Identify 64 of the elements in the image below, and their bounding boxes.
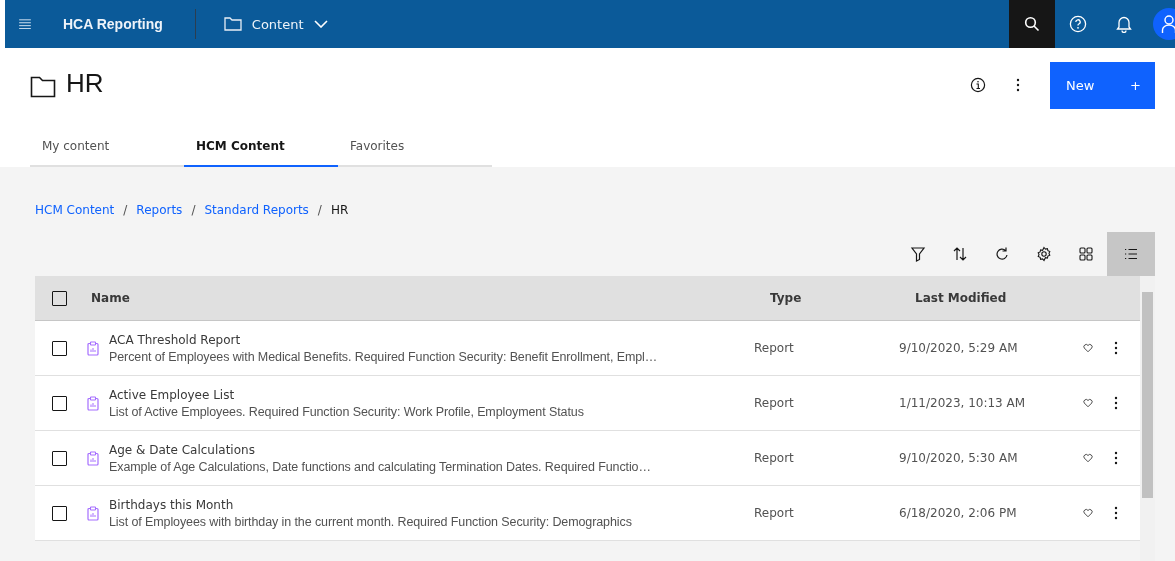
folder-icon bbox=[223, 17, 242, 31]
grid-icon bbox=[1078, 246, 1094, 262]
table-cell-text: 9/10/2020, 5:30 AM bbox=[899, 451, 1019, 465]
table-cell-text: 1/11/2023, 10:13 AM bbox=[899, 396, 1027, 410]
row-checkbox[interactable] bbox=[52, 395, 67, 411]
info-icon bbox=[970, 77, 986, 93]
settings-icon bbox=[1036, 246, 1052, 262]
clipboard-icon bbox=[87, 395, 99, 411]
breadcrumb-link[interactable]: HCM Content bbox=[35, 203, 115, 217]
refresh-icon bbox=[994, 246, 1010, 262]
report-name[interactable]: Active Employee List bbox=[109, 387, 754, 402]
row-checkbox[interactable] bbox=[52, 505, 67, 521]
overflow-menu-icon bbox=[1016, 78, 1020, 92]
report-description: Percent of Employees with Medical Benefits. Required Function Security: Benefit Enrollment, Empl… bbox=[109, 349, 659, 364]
overflow-menu-icon bbox=[1114, 451, 1118, 465]
table-cell-text: 9/10/2020, 5:29 AM bbox=[899, 341, 1019, 355]
report-name[interactable]: Birthdays this Month bbox=[109, 497, 754, 512]
table-cell-text: 6/18/2020, 2:06 PM bbox=[899, 506, 1018, 520]
breadcrumb-link[interactable]: Standard Reports bbox=[204, 203, 309, 217]
breadcrumb-separator: / bbox=[123, 203, 128, 217]
menu-icon[interactable] bbox=[19, 19, 31, 29]
folder-icon bbox=[30, 76, 56, 98]
column-header[interactable]: Last Modified bbox=[915, 291, 1083, 305]
breadcrumb-separator: / bbox=[191, 203, 196, 217]
overflow-menu-icon bbox=[1114, 396, 1118, 410]
row-checkbox[interactable] bbox=[52, 450, 67, 466]
clipboard-icon bbox=[87, 340, 99, 356]
search-icon bbox=[1024, 16, 1040, 32]
clipboard-icon bbox=[87, 505, 99, 521]
list-icon bbox=[1123, 246, 1139, 262]
breadcrumb-link[interactable]: Reports bbox=[136, 203, 183, 217]
chevron-down-icon bbox=[313, 20, 328, 28]
heart-icon bbox=[1083, 506, 1093, 520]
column-header[interactable]: Name bbox=[91, 291, 770, 305]
report-description: Example of Age Calculations, Date functions and calculating Termination Dates. Required Functio… bbox=[109, 459, 652, 474]
help-icon bbox=[1069, 15, 1087, 33]
clipboard-icon bbox=[87, 450, 99, 466]
user-icon bbox=[1161, 14, 1175, 34]
filter-icon bbox=[910, 246, 926, 262]
new-button[interactable]: New + bbox=[1050, 61, 1155, 109]
table-cell-text: Report bbox=[754, 341, 795, 355]
report-description: List of Active Employees. Required Function Security: Work Profile, Employment Status bbox=[109, 404, 585, 419]
search-button[interactable] bbox=[1009, 0, 1055, 48]
report-name[interactable]: Age & Date Calculations bbox=[109, 442, 754, 457]
table-cell-text: Report bbox=[754, 451, 795, 465]
heart-icon bbox=[1083, 341, 1093, 355]
bell-icon bbox=[1116, 15, 1132, 33]
report-name[interactable]: ACA Threshold Report bbox=[109, 332, 754, 347]
overflow-menu-icon bbox=[1114, 506, 1118, 520]
report-description: List of Employees with birthday in the current month. Required Function Security: Demographics bbox=[109, 514, 633, 529]
product-name[interactable]: HCA Reporting bbox=[63, 16, 163, 32]
row-checkbox[interactable] bbox=[52, 340, 67, 356]
breadcrumb-current: HR bbox=[330, 203, 349, 217]
sort-icon bbox=[952, 246, 968, 262]
breadcrumb-separator: / bbox=[317, 203, 322, 217]
page-title: HR bbox=[66, 67, 104, 99]
heart-icon bbox=[1083, 396, 1093, 410]
select-all-checkbox[interactable] bbox=[52, 290, 67, 306]
overflow-menu-icon bbox=[1114, 341, 1118, 355]
table-cell-text: Report bbox=[754, 506, 795, 520]
content-switcher[interactable]: Content bbox=[223, 16, 328, 32]
column-header[interactable]: Type bbox=[770, 291, 915, 305]
heart-icon bbox=[1083, 451, 1093, 465]
table-cell-text: Report bbox=[754, 396, 795, 410]
